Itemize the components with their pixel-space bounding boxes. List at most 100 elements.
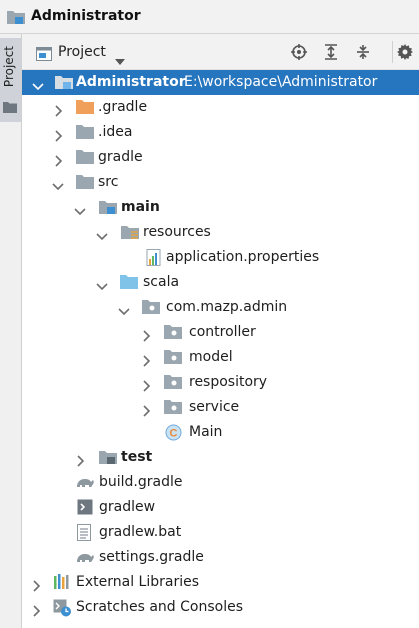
project-tool-tab[interactable]: Project <box>0 38 21 122</box>
tree-item-service[interactable]: service <box>22 395 419 420</box>
tree-item-dot-gradle[interactable]: .gradle <box>22 95 419 120</box>
view-selector-dropdown[interactable]: Project <box>30 39 132 67</box>
chevron-right-icon[interactable] <box>142 327 152 346</box>
tree-item-label: .gradle <box>98 99 148 115</box>
tree-item-respository[interactable]: respository <box>22 370 419 395</box>
toolbar-separator <box>392 41 393 63</box>
tree-item-label: resources <box>143 224 211 240</box>
collapse-all-button[interactable] <box>352 41 374 63</box>
libraries-icon <box>53 574 71 594</box>
chevron-down-icon[interactable] <box>96 277 108 296</box>
chevron-right-icon[interactable] <box>54 127 64 146</box>
tree-item-scala[interactable]: scala <box>22 270 419 295</box>
tree-item-label: src <box>98 174 119 190</box>
tree-item-label: main <box>121 199 160 215</box>
tree-item-test[interactable]: test <box>22 445 419 470</box>
tree-item-label: application.properties <box>166 249 320 265</box>
project-panel-header: Project <box>22 34 419 70</box>
module-folder-icon <box>6 9 26 29</box>
folder-icon <box>76 149 94 168</box>
tree-item-gradlew-bat[interactable]: gradlew.bat <box>22 520 419 545</box>
tree-item-label: service <box>189 399 240 415</box>
window-title: Administrator <box>31 8 141 24</box>
tree-item-label: respository <box>189 374 268 390</box>
tree-item-label: model <box>189 349 233 365</box>
tool-window-strip: Project <box>0 34 22 628</box>
source-root-folder-icon <box>98 449 118 469</box>
tree-item-label: settings.gradle <box>99 549 204 565</box>
tree-item-model[interactable]: model <box>22 345 419 370</box>
gradle-file-icon <box>75 474 95 493</box>
tree-item-application-properties[interactable]: application.properties <box>22 245 419 270</box>
chevron-right-icon[interactable] <box>142 352 152 371</box>
tree-item-label: scala <box>143 274 180 290</box>
chevron-down-icon <box>115 50 125 69</box>
tree-item-label: build.gradle <box>99 474 183 490</box>
tree-item-label: Main <box>189 424 223 440</box>
tree-item-label: com.mazp.admin <box>166 299 288 315</box>
chevron-right-icon[interactable] <box>32 577 42 596</box>
locate-file-button[interactable] <box>288 41 310 63</box>
package-icon <box>164 374 182 393</box>
scala-source-folder-icon <box>120 274 138 293</box>
gradle-file-icon <box>75 549 95 568</box>
tree-item-resources[interactable]: resources <box>22 220 419 245</box>
folder-icon <box>76 124 94 143</box>
chevron-down-icon[interactable] <box>52 177 64 196</box>
tree-item-label: gradlew.bat <box>99 524 182 540</box>
tree-item-path: E:\workspace\Administrator <box>184 74 378 90</box>
tree-item-label: External Libraries <box>76 574 199 590</box>
tree-item-label: test <box>121 449 153 465</box>
project-view-icon <box>36 46 52 65</box>
tree-item-com-mazp-admin[interactable]: com.mazp.admin <box>22 295 419 320</box>
tree-item-administrator[interactable]: Administrator E:\workspace\Administrator <box>22 70 419 95</box>
tree-item-main-class[interactable]: C Main <box>22 420 419 445</box>
tree-item-gradle[interactable]: gradle <box>22 145 419 170</box>
chevron-right-icon[interactable] <box>142 377 152 396</box>
chevron-right-icon[interactable] <box>32 602 42 621</box>
folder-orange-icon <box>76 99 94 118</box>
tree-item-label: Administrator <box>76 74 186 90</box>
chevron-right-icon[interactable] <box>142 402 152 421</box>
script-file-icon <box>77 499 93 519</box>
tree-item-label: .idea <box>98 124 133 140</box>
scratches-icon <box>53 599 72 621</box>
chevron-right-icon[interactable] <box>54 152 64 171</box>
chevron-down-icon[interactable] <box>96 227 108 246</box>
tree-item-label: gradle <box>98 149 143 165</box>
tree-item-gradlew[interactable]: gradlew <box>22 495 419 520</box>
tree-item-idea[interactable]: .idea <box>22 120 419 145</box>
chevron-down-icon[interactable] <box>32 77 44 96</box>
tree-item-label: Scratches and Consoles <box>76 599 243 615</box>
tree-item-build-gradle[interactable]: build.gradle <box>22 470 419 495</box>
expand-all-button[interactable] <box>320 41 342 63</box>
folder-icon <box>76 174 94 193</box>
tree-item-scratches-and-consoles[interactable]: Scratches and Consoles <box>22 595 419 620</box>
settings-button[interactable] <box>394 41 416 63</box>
package-icon <box>164 349 182 368</box>
module-folder-icon <box>54 74 74 94</box>
tree-item-label: controller <box>189 324 256 340</box>
properties-file-icon <box>146 249 164 270</box>
chevron-down-icon[interactable] <box>74 202 86 221</box>
tree-item-controller[interactable]: controller <box>22 320 419 345</box>
source-root-folder-icon <box>98 199 118 219</box>
package-icon <box>142 299 160 318</box>
folder-icon <box>3 98 17 117</box>
scala-class-icon: C <box>165 424 182 445</box>
tree-item-settings-gradle[interactable]: settings.gradle <box>22 545 419 570</box>
chevron-down-icon[interactable] <box>118 302 130 321</box>
package-icon <box>164 324 182 343</box>
tree-item-external-libraries[interactable]: External Libraries <box>22 570 419 595</box>
package-icon <box>164 399 182 418</box>
text-file-icon <box>77 524 92 545</box>
svg-text:C: C <box>170 428 178 440</box>
tree-item-src[interactable]: src <box>22 170 419 195</box>
project-tab-label: Project <box>2 46 16 88</box>
window-title-bar: Administrator <box>0 0 419 34</box>
view-selector-label: Project <box>58 44 106 60</box>
chevron-right-icon[interactable] <box>54 102 64 121</box>
resources-folder-icon <box>120 224 140 244</box>
tree-item-main[interactable]: main <box>22 195 419 220</box>
chevron-right-icon[interactable] <box>76 452 86 471</box>
